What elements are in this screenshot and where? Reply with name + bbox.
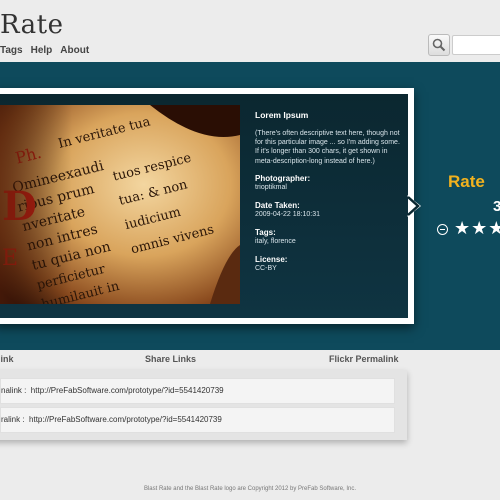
photo-metadata: Lorem Ipsum (There's often descriptive t… xyxy=(255,110,400,282)
link-row[interactable]: ralink : http://PreFabSoftware.com/proto… xyxy=(0,407,395,433)
logo: Rate xyxy=(0,10,64,40)
link-label: ralink xyxy=(1,415,21,424)
rate-title: Rate xyxy=(448,172,485,191)
photo-description: (There's often descriptive text here, th… xyxy=(255,130,400,165)
license-label: License: xyxy=(255,254,288,264)
link-label: nalink xyxy=(1,386,22,395)
date-label: Date Taken: xyxy=(255,200,300,210)
star-icon[interactable]: ★ xyxy=(488,218,500,239)
link-url[interactable]: http://PreFabSoftware.com/prototype/?id=… xyxy=(31,386,224,395)
magnifier-icon xyxy=(432,38,446,52)
nav-help[interactable]: Help xyxy=(31,45,53,56)
star-icon[interactable]: ★ xyxy=(471,218,488,239)
links-header-permalink: link xyxy=(0,354,14,364)
minus-circle-icon[interactable] xyxy=(437,224,448,235)
link-row[interactable]: nalink : http://PreFabSoftware.com/proto… xyxy=(0,378,395,404)
nav-about[interactable]: About xyxy=(60,45,89,56)
main-nav: Tags Help About xyxy=(0,45,89,56)
photographer-label: Photographer: xyxy=(255,173,311,183)
license-value: CC-BY xyxy=(255,264,277,272)
rate-number: 3 xyxy=(493,198,500,215)
header: Rate Tags Help About xyxy=(0,0,500,62)
photographer-value: trioptikmal xyxy=(255,183,287,191)
photo-card: Ph. In veritate tua Omineexaudi ribus pr… xyxy=(0,88,414,324)
search-input[interactable] xyxy=(452,35,500,55)
link-url[interactable]: http://PreFabSoftware.com/prototype/?id=… xyxy=(29,415,222,424)
photo-card-inner: Ph. In veritate tua Omineexaudi ribus pr… xyxy=(0,94,408,318)
search-button[interactable] xyxy=(428,34,450,56)
links-panel: nalink : http://PreFabSoftware.com/proto… xyxy=(0,370,407,440)
chevron-right-icon[interactable] xyxy=(403,193,425,219)
links-header-flickr: Flickr Permalink xyxy=(329,354,399,364)
photo-title: Lorem Ipsum xyxy=(255,110,309,120)
nav-tags[interactable]: Tags xyxy=(0,45,23,56)
tags-value: italy, florence xyxy=(255,237,296,245)
star-icon[interactable]: ★ xyxy=(454,218,471,239)
footer-copyright: Blast Rate and the Blast Rate logo are C… xyxy=(143,486,357,492)
links-header-share: Share Links xyxy=(145,354,197,364)
tags-label: Tags: xyxy=(255,227,276,237)
star-rating[interactable]: ★★★ xyxy=(454,218,500,239)
date-value: 2009-04-22 18:10:31 xyxy=(255,210,320,218)
photo-image[interactable]: Ph. In veritate tua Omineexaudi ribus pr… xyxy=(0,105,240,304)
